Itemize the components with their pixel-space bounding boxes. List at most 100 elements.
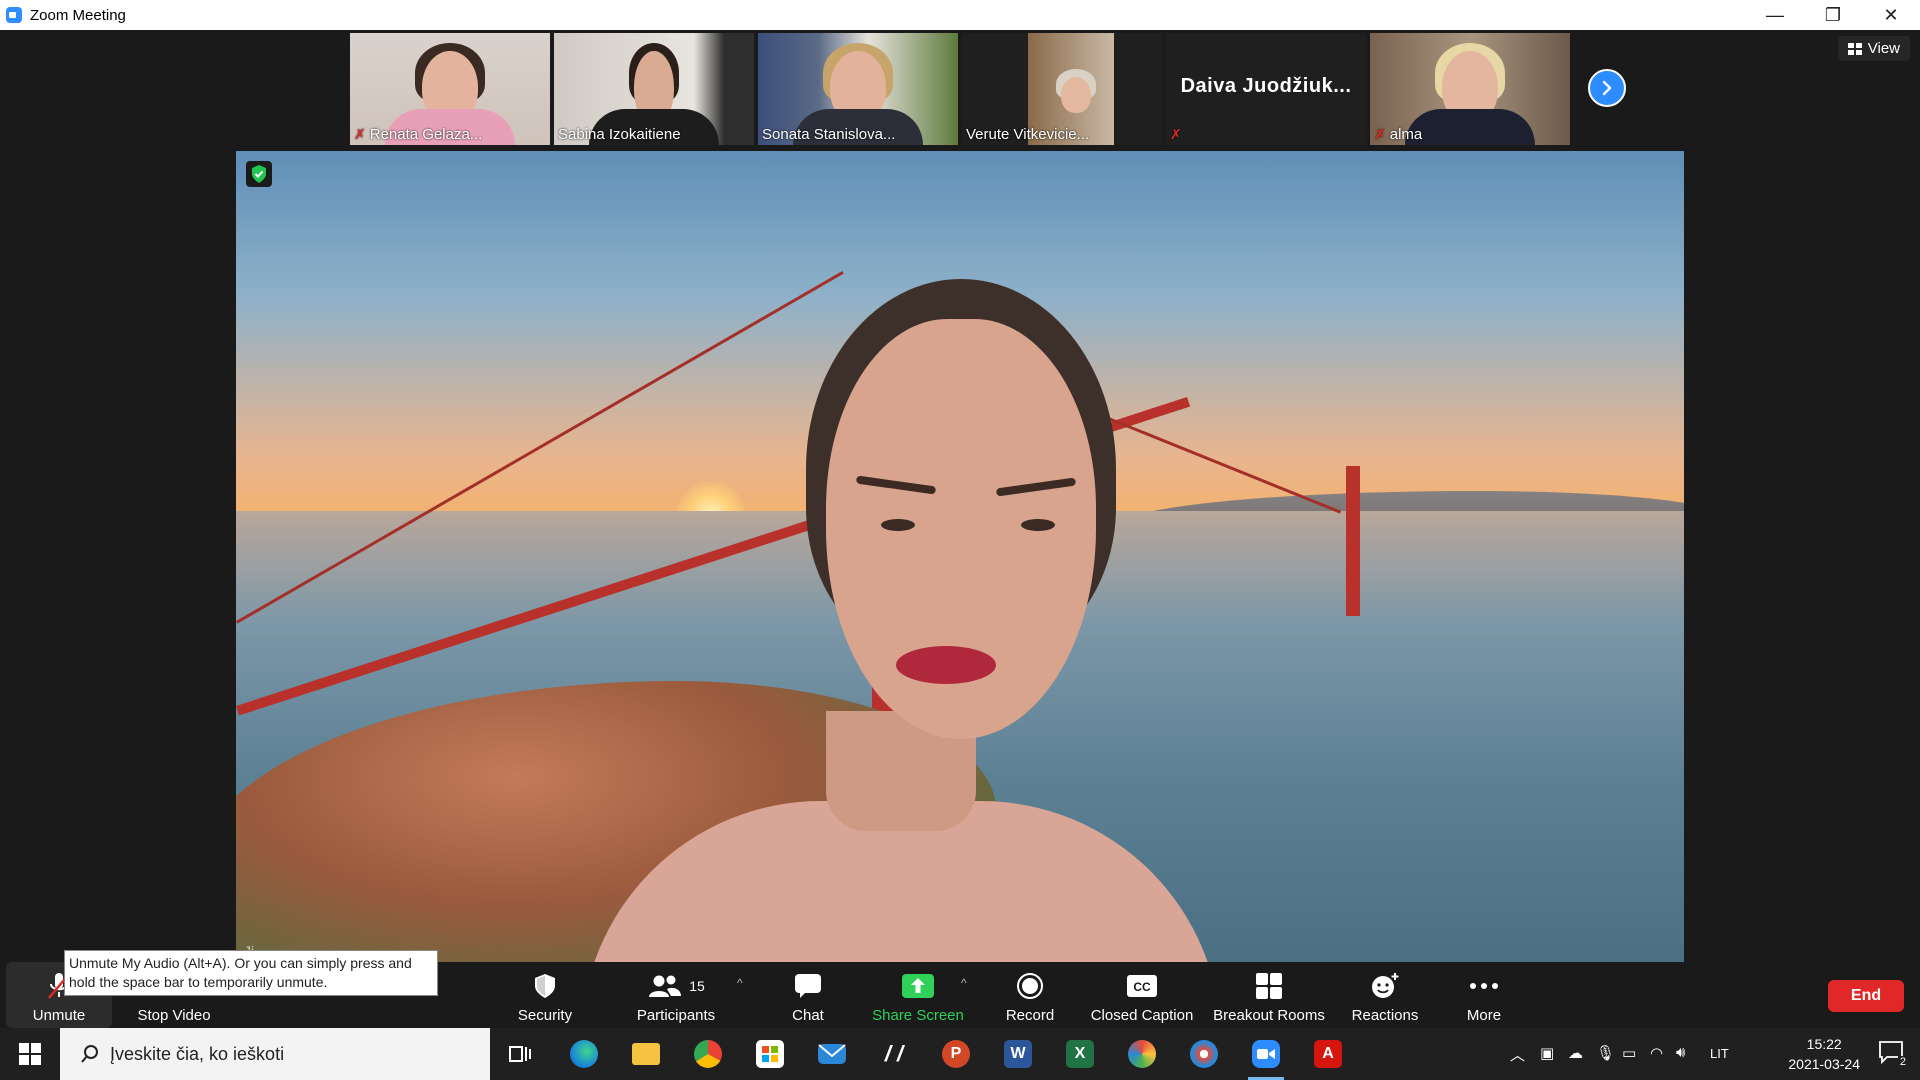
- taskbar-edge[interactable]: [566, 1036, 602, 1072]
- edge-icon: [570, 1040, 598, 1068]
- participant-name-label: ✗ alma: [1374, 126, 1422, 143]
- participants-icon: 15: [647, 969, 705, 1003]
- paint-icon: [1128, 1040, 1156, 1068]
- restore-button[interactable]: ❐: [1804, 0, 1862, 30]
- share-options-caret[interactable]: ^: [961, 976, 967, 990]
- record-label: Record: [1005, 1007, 1055, 1024]
- task-view-icon: [509, 1046, 531, 1062]
- clock-time: 15:22: [1806, 1036, 1842, 1052]
- speaker-right-eye: [1021, 519, 1055, 531]
- snipping-tool-icon: [1190, 1040, 1218, 1068]
- tray-overflow-chevron-icon[interactable]: ︿: [1510, 1044, 1525, 1065]
- muted-mic-icon: ✗: [1170, 126, 1182, 142]
- zoom-icon: [1252, 1040, 1280, 1068]
- onedrive-cloud-icon[interactable]: ☁: [1568, 1044, 1583, 1062]
- participant-name: Verute Vitkevicie...: [966, 126, 1090, 143]
- participant-video-body: [1405, 109, 1535, 145]
- close-button[interactable]: ✕: [1862, 0, 1920, 30]
- unmute-label: Unmute: [32, 1007, 86, 1024]
- taskbar-mail[interactable]: [814, 1036, 850, 1072]
- reactions-button[interactable]: Reactions: [1344, 962, 1426, 1028]
- grid-view-icon: [1847, 42, 1862, 55]
- zoom-app-icon: [6, 7, 22, 23]
- more-dots-icon: [1469, 969, 1499, 1003]
- participant-thumbnail[interactable]: ✗ alma: [1370, 33, 1570, 145]
- chat-label: Chat: [792, 1007, 824, 1024]
- participant-thumbnail[interactable]: Verute Vitkevicie...: [962, 33, 1162, 145]
- powerpoint-icon: P: [942, 1040, 970, 1068]
- security-button[interactable]: Security: [500, 962, 590, 1028]
- share-screen-icon: [902, 969, 934, 1003]
- participant-thumbnail[interactable]: Daiva Juodžiuk... ✗: [1166, 33, 1366, 145]
- security-label: Security: [517, 1007, 573, 1024]
- participant-thumbnail[interactable]: Sonata Stanislova...: [758, 33, 958, 145]
- share-screen-button[interactable]: Share Screen: [868, 962, 968, 1028]
- reactions-label: Reactions: [1351, 1007, 1419, 1024]
- taskbar-powerpoint[interactable]: P: [938, 1036, 974, 1072]
- taskbar-snipping[interactable]: [1186, 1036, 1222, 1072]
- wifi-icon[interactable]: ◠: [1650, 1044, 1663, 1062]
- microphone-icon[interactable]: 🎙︎: [1596, 1044, 1615, 1062]
- volume-icon[interactable]: 🔊︎: [1676, 1044, 1685, 1061]
- encryption-shield-icon[interactable]: [246, 161, 272, 187]
- smiley-icon: [1370, 969, 1400, 1003]
- meet-now-icon[interactable]: ▣: [1540, 1044, 1554, 1062]
- participants-options-caret[interactable]: ^: [737, 976, 743, 990]
- taskbar-word[interactable]: W: [1000, 1036, 1036, 1072]
- end-meeting-button[interactable]: End: [1828, 980, 1904, 1012]
- battery-icon[interactable]: ▭: [1622, 1044, 1636, 1062]
- participants-button[interactable]: 15 Participants: [626, 962, 726, 1028]
- participant-thumbnail[interactable]: Sabina Izokaitiene: [554, 33, 754, 145]
- window-title-bar: Zoom Meeting — ❐ ✕: [0, 0, 1920, 30]
- pen-app-icon: / /: [884, 1041, 904, 1066]
- unmute-tooltip: Unmute My Audio (Alt+A). Or you can simp…: [64, 950, 438, 996]
- taskbar-paint[interactable]: [1124, 1036, 1160, 1072]
- task-view-button[interactable]: [502, 1036, 538, 1072]
- search-placeholder: Įveskite čia, ko ieškoti: [110, 1043, 285, 1064]
- meeting-area: ✗ Renata Gelaza... Sabina Izokaitiene So…: [0, 30, 1920, 963]
- closed-caption-button[interactable]: CC Closed Caption: [1082, 962, 1202, 1028]
- svg-text:CC: CC: [1133, 980, 1151, 994]
- taskbar-store[interactable]: [752, 1036, 788, 1072]
- participant-name-label: Verute Vitkevicie...: [966, 126, 1089, 143]
- acrobat-icon: A: [1314, 1040, 1342, 1068]
- participant-name-label: ✗ Renata Gelaza...: [354, 126, 482, 143]
- more-button[interactable]: More: [1446, 962, 1522, 1028]
- taskbar-chrome[interactable]: [690, 1036, 726, 1072]
- start-button[interactable]: [0, 1028, 60, 1080]
- participant-thumbnail[interactable]: ✗ Renata Gelaza...: [350, 33, 550, 145]
- chevron-right-icon: [1602, 80, 1612, 96]
- minimize-button[interactable]: —: [1746, 0, 1804, 30]
- participants-count: 15: [689, 978, 705, 994]
- view-button-label: View: [1867, 40, 1900, 57]
- participant-name-display: Daiva Juodžiuk...: [1180, 75, 1352, 97]
- shield-check-icon: [252, 165, 266, 183]
- folder-icon: [632, 1043, 660, 1065]
- taskbar-file-explorer[interactable]: [628, 1036, 664, 1072]
- next-page-button[interactable]: [1588, 69, 1626, 107]
- active-speaker-video: Ji...: [236, 151, 1684, 963]
- input-language[interactable]: LIT: [1710, 1046, 1729, 1061]
- taskbar-search-box[interactable]: Įveskite čia, ko ieškoti: [60, 1028, 490, 1080]
- chat-button[interactable]: Chat: [768, 962, 848, 1028]
- search-icon: [70, 1044, 110, 1064]
- taskbar-excel[interactable]: X: [1062, 1036, 1098, 1072]
- breakout-rooms-button[interactable]: Breakout Rooms: [1208, 962, 1330, 1028]
- muted-mic-icon: ✗: [354, 126, 366, 142]
- clock-date: 2021-03-24: [1788, 1056, 1860, 1072]
- bridge-tower-right: [1346, 466, 1360, 616]
- participant-name: Renata Gelaza...: [369, 126, 483, 143]
- participants-label: Participants: [636, 1007, 716, 1024]
- taskbar-clock[interactable]: 15:22 2021-03-24: [1788, 1034, 1860, 1074]
- excel-icon: X: [1066, 1040, 1094, 1068]
- view-button[interactable]: View: [1837, 36, 1910, 61]
- notification-center-button[interactable]: 2: [1878, 1040, 1908, 1068]
- chat-bubble-icon: [794, 969, 822, 1003]
- taskbar-acrobat[interactable]: A: [1310, 1036, 1346, 1072]
- window-controls: — ❐ ✕: [1746, 0, 1920, 30]
- taskbar-pen-app[interactable]: / /: [876, 1036, 912, 1072]
- record-button[interactable]: Record: [990, 962, 1070, 1028]
- speaker-left-eye: [881, 519, 915, 531]
- notification-count: 2: [1897, 1056, 1908, 1068]
- taskbar-zoom[interactable]: [1248, 1036, 1284, 1080]
